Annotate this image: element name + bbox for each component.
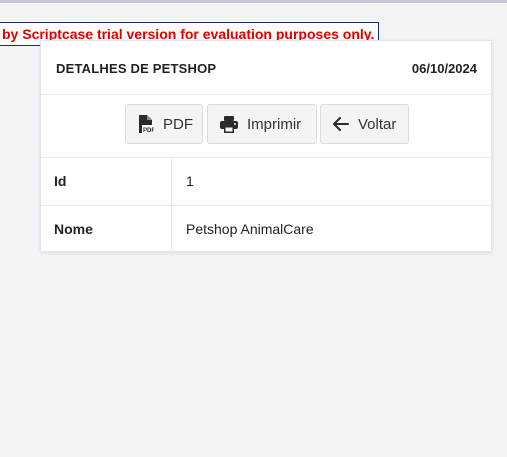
pdf-button[interactable]: PDF PDF <box>125 104 203 144</box>
toolbar: PDF PDF Imprimir Voltar <box>41 95 491 158</box>
field-label-nome: Nome <box>41 206 172 253</box>
pdf-button-label: PDF <box>163 115 193 133</box>
pdf-file-icon: PDF <box>137 114 154 134</box>
date-label: 06/10/2024 <box>411 61 477 76</box>
print-button-label: Imprimir <box>247 115 302 133</box>
arrow-left-icon <box>333 117 349 131</box>
top-border <box>0 0 507 3</box>
page-title: DETALHES DE PETSHOP <box>56 61 217 76</box>
card-header: DETALHES DE PETSHOP 06/10/2024 <box>41 41 491 95</box>
back-button-label: Voltar <box>358 115 397 133</box>
print-button[interactable]: Imprimir <box>207 104 317 144</box>
detail-card: DETALHES DE PETSHOP 06/10/2024 PDF PDF I… <box>40 40 492 253</box>
detail-table: Id 1 Nome Petshop AnimalCare <box>41 158 491 253</box>
field-label-id: Id <box>41 158 172 205</box>
svg-text:PDF: PDF <box>143 128 154 134</box>
field-value-nome: Petshop AnimalCare <box>186 221 314 237</box>
table-row: Nome Petshop AnimalCare <box>41 206 491 253</box>
field-value-id: 1 <box>186 173 194 189</box>
printer-icon <box>220 115 238 133</box>
table-row: Id 1 <box>41 158 491 206</box>
back-button[interactable]: Voltar <box>320 104 409 144</box>
